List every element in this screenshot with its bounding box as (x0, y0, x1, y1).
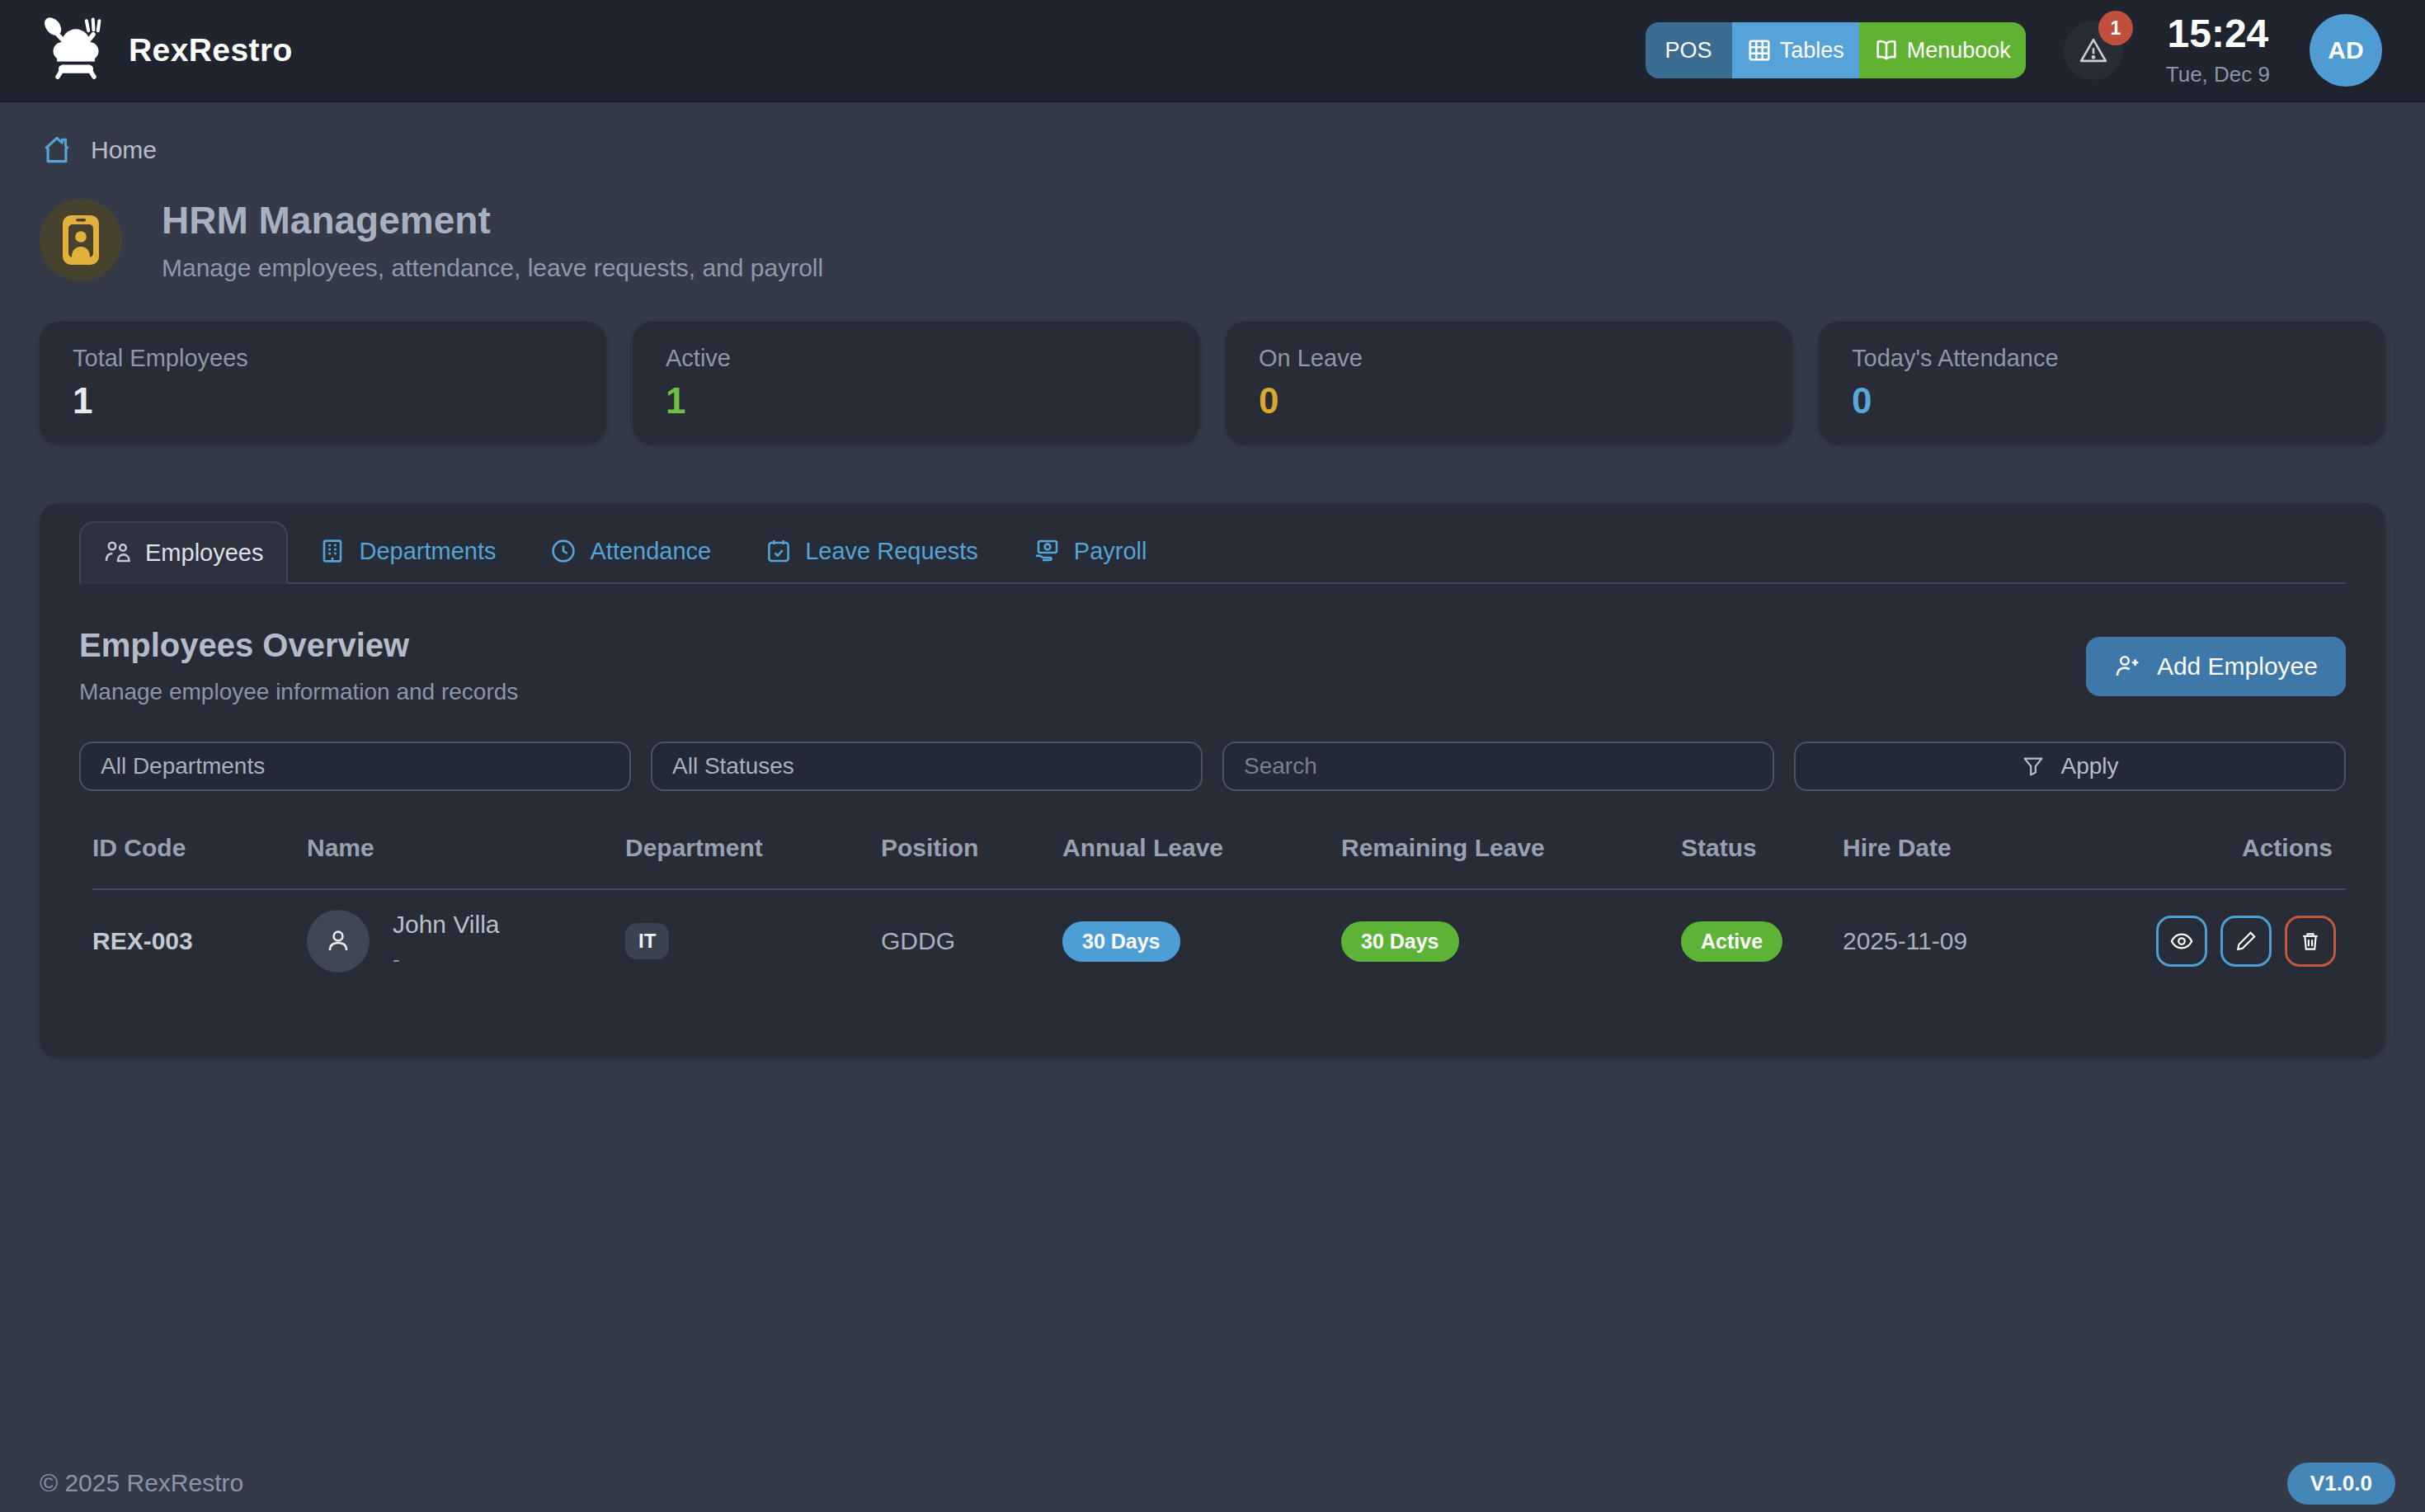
clock-icon (550, 538, 577, 564)
clock-time: 15:24 (2166, 13, 2270, 54)
tab-leave-requests[interactable]: Leave Requests (742, 520, 1001, 582)
brand-name: RexRestro (129, 32, 293, 68)
department-filter[interactable]: All Departments (79, 742, 631, 791)
book-icon (1874, 38, 1899, 63)
home-icon (40, 133, 74, 167)
navbar: RexRestro POS Tables (0, 0, 2425, 102)
user-avatar[interactable]: AD (2310, 14, 2382, 87)
view-button[interactable] (2156, 916, 2207, 967)
employee-avatar-icon (307, 910, 370, 973)
employee-status: Active (1681, 921, 1843, 962)
table-header: ID Code Name Department Position Annual … (92, 834, 2346, 890)
hrm-module-icon (40, 199, 122, 281)
tab-bar: Employees Departments (79, 520, 2346, 584)
row-actions (2151, 916, 2346, 967)
hrm-card: Employees Departments (40, 503, 2385, 1057)
overview-header: Employees Overview Manage employee infor… (79, 627, 2346, 705)
tab-attendance[interactable]: Attendance (527, 520, 734, 582)
payroll-icon (1033, 537, 1061, 565)
user-plus-icon (2114, 652, 2142, 681)
tab-employees[interactable]: Employees (79, 521, 288, 584)
page-body: Home HRM Management Manage employees, at… (0, 102, 2425, 1437)
building-icon (319, 538, 346, 564)
stat-on-leave: On Leave 0 (1226, 322, 1792, 444)
apply-button[interactable]: Apply (1794, 742, 2346, 791)
filters-row: All Departments All Statuses Search Appl… (79, 742, 2346, 791)
breadcrumb-home[interactable]: Home (91, 136, 157, 164)
stat-active: Active 1 (633, 322, 1199, 444)
table-row: REX-003 John Villa - (92, 890, 2346, 992)
page-header-text: HRM Management Manage employees, attenda… (162, 198, 823, 282)
add-employee-button[interactable]: Add Employee (2086, 637, 2346, 696)
employee-name-sub: - (393, 947, 500, 973)
hrm-page: RexRestro POS Tables (0, 0, 2425, 1512)
calendar-check-icon (765, 538, 792, 564)
page-title: HRM Management (162, 198, 823, 243)
employee-hire-date: 2025-11-09 (1843, 927, 2151, 955)
breadcrumb[interactable]: Home (40, 132, 2385, 168)
clock-date: Tue, Dec 9 (2166, 62, 2270, 87)
employee-id: REX-003 (92, 927, 307, 955)
notification-badge: 1 (2098, 11, 2133, 45)
pos-button[interactable]: POS (1646, 22, 1732, 78)
page-header: HRM Management Manage employees, attenda… (40, 198, 2385, 282)
employee-annual-leave: 30 Days (1062, 921, 1341, 962)
nav-mode-switch: POS Tables (1646, 22, 2026, 78)
version-badge: V1.0.0 (2287, 1463, 2395, 1505)
edit-button[interactable] (2220, 916, 2272, 967)
delete-button[interactable] (2285, 916, 2336, 967)
employees-table: ID Code Name Department Position Annual … (79, 834, 2346, 992)
overview-text: Employees Overview Manage employee infor… (79, 627, 518, 705)
stat-total-employees: Total Employees 1 (40, 322, 606, 444)
tab-payroll[interactable]: Payroll (1010, 520, 1170, 582)
employee-department: IT (625, 923, 881, 959)
overview-subtitle: Manage employee information and records (79, 679, 518, 705)
employee-name[interactable]: John Villa (393, 911, 500, 939)
funnel-icon (2021, 754, 2046, 779)
stat-todays-attendance: Today's Attendance 0 (1819, 322, 2385, 444)
employee-remaining-leave: 30 Days (1341, 921, 1681, 962)
notification-button[interactable]: 1 (2064, 21, 2123, 80)
tables-button[interactable]: Tables (1732, 22, 1859, 78)
employee-position: GDDG (881, 927, 1062, 955)
employee-name-text: John Villa - (393, 911, 500, 973)
menubook-button[interactable]: Menubook (1859, 22, 2026, 78)
clock: 15:24 Tue, Dec 9 (2166, 13, 2270, 87)
page-subtitle: Manage employees, attendance, leave requ… (162, 254, 823, 282)
status-filter[interactable]: All Statuses (651, 742, 1203, 791)
copyright: © 2025 RexRestro (40, 1469, 243, 1497)
grid-icon (1747, 38, 1772, 63)
search-input[interactable]: Search (1222, 742, 1774, 791)
stats-row: Total Employees 1 Active 1 On Leave 0 To… (40, 322, 2385, 444)
brand-logo-icon (40, 14, 112, 87)
brand[interactable]: RexRestro (40, 14, 293, 87)
tab-departments[interactable]: Departments (296, 520, 519, 582)
users-icon (104, 539, 132, 567)
employee-name-cell: John Villa - (307, 910, 625, 973)
overview-title: Employees Overview (79, 627, 518, 664)
footer: © 2025 RexRestro V1.0.0 (0, 1437, 2425, 1512)
